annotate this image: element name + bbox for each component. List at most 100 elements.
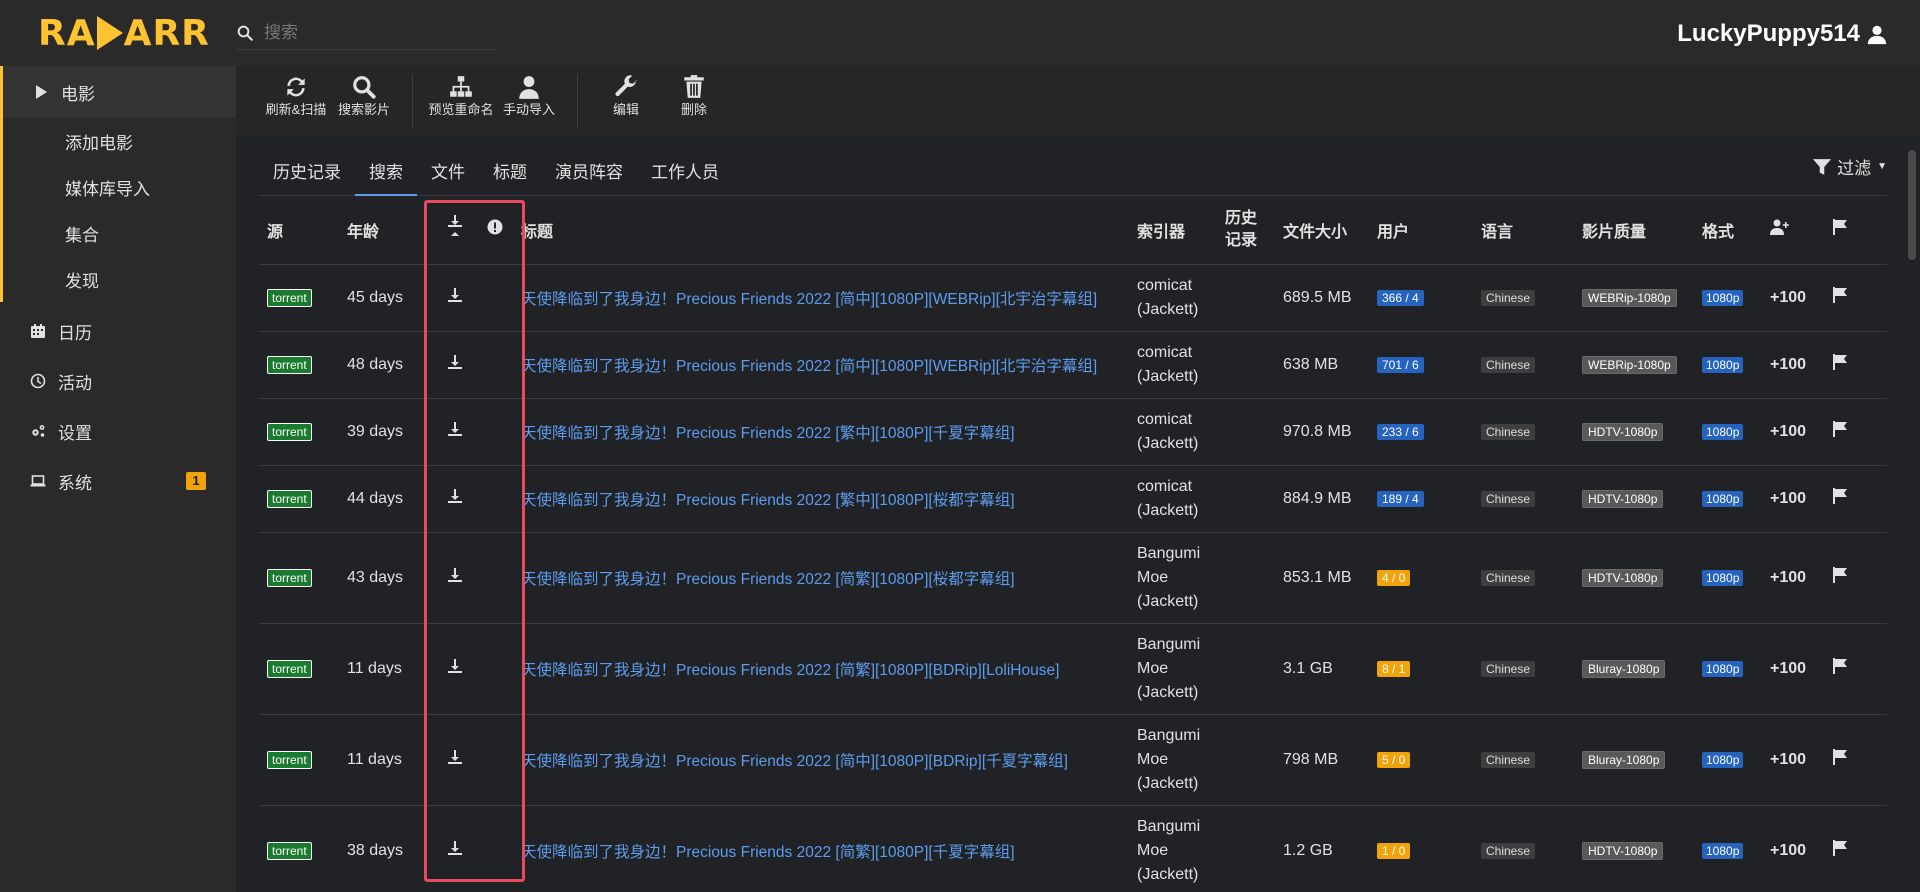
sidebar-item-label: 系统 xyxy=(58,473,92,493)
history-cell xyxy=(1217,805,1275,892)
download-button[interactable] xyxy=(447,659,463,678)
tab-crew[interactable]: 工作人员 xyxy=(637,150,733,195)
tab-search[interactable]: 搜索 xyxy=(355,150,417,196)
age-cell: 45 days xyxy=(339,264,433,332)
filter-button[interactable]: 过滤 ▼ xyxy=(1813,154,1887,179)
search-input[interactable] xyxy=(264,22,484,43)
flag-cell xyxy=(1824,805,1887,892)
download-button[interactable] xyxy=(447,568,463,587)
sidebar-item-calendar[interactable]: 日历 xyxy=(0,306,236,356)
toolbar-label: 搜索影片 xyxy=(337,102,390,117)
flag-icon xyxy=(1833,219,1847,236)
sidebar-item-add-movie[interactable]: 添加电影 xyxy=(3,118,236,164)
quality-cell: WEBRip-1080p xyxy=(1574,331,1694,399)
radarr-logo[interactable]: RA ARR xyxy=(0,13,236,54)
col-quality[interactable]: 影片质量 xyxy=(1574,196,1694,265)
release-title-link[interactable]: 天使降临到了我身边！Precious Friends 2022 [简繁][108… xyxy=(521,844,1015,861)
user-icon xyxy=(1867,25,1887,45)
sidebar-item-library-import[interactable]: 媒体库导入 xyxy=(3,164,236,210)
col-language[interactable]: 语言 xyxy=(1473,196,1574,265)
sidebar-item-movies[interactable]: 电影 xyxy=(3,66,236,118)
score-cell: +100 xyxy=(1762,264,1824,332)
release-title-link[interactable]: 天使降临到了我身边！Precious Friends 2022 [简繁][108… xyxy=(521,662,1059,679)
col-indexer[interactable]: 索引器 xyxy=(1129,196,1217,265)
delete-button[interactable]: 删除 xyxy=(660,74,728,116)
flag-button[interactable] xyxy=(1832,488,1848,508)
col-title[interactable]: 标题 xyxy=(513,196,1129,265)
col-history[interactable]: 历史记录 xyxy=(1217,196,1275,265)
sidebar-item-discover[interactable]: 发现 xyxy=(3,256,236,302)
preview-rename-button[interactable]: 预览重命名 xyxy=(427,74,495,116)
release-title-link[interactable]: 天使降临到了我身边！Precious Friends 2022 [简中][108… xyxy=(521,291,1097,308)
peers-badge: 366 / 4 xyxy=(1377,289,1424,306)
flag-button[interactable] xyxy=(1832,749,1848,769)
flag-icon xyxy=(1833,658,1847,674)
download-button[interactable] xyxy=(447,750,463,769)
flag-button[interactable] xyxy=(1832,658,1848,678)
indexer-name-3: (Jackett) xyxy=(1137,774,1199,792)
source-badge: torrent xyxy=(267,422,312,441)
system-badge: 1 xyxy=(186,472,206,490)
flag-button[interactable] xyxy=(1832,567,1848,587)
release-title-link[interactable]: 天使降临到了我身边！Precious Friends 2022 [简繁][108… xyxy=(521,571,1015,588)
refresh-scan-button[interactable]: 刷新&扫描 xyxy=(262,74,330,116)
col-size[interactable]: 文件大小 xyxy=(1275,196,1369,265)
peers-cell: 701 / 6 xyxy=(1369,331,1473,399)
col-download-status[interactable] xyxy=(433,196,477,265)
sidebar-item-activity[interactable]: 活动 xyxy=(0,356,236,406)
col-format[interactable]: 格式 xyxy=(1694,196,1762,265)
tab-history[interactable]: 历史记录 xyxy=(259,150,355,195)
flag-icon xyxy=(1833,567,1847,583)
format-badge: 1080p xyxy=(1702,490,1744,507)
flag-icon xyxy=(1833,287,1847,303)
release-title-link[interactable]: 天使降临到了我身边！Precious Friends 2022 [繁中][108… xyxy=(521,492,1015,509)
search-movie-button[interactable]: 搜索影片 xyxy=(330,74,398,116)
custom-score: +100 xyxy=(1770,659,1807,677)
sidebar-item-settings[interactable]: 设置 xyxy=(0,406,236,456)
peers-badge: 8 / 1 xyxy=(1377,660,1411,677)
download-button[interactable] xyxy=(447,841,463,860)
flag-button[interactable] xyxy=(1832,354,1848,374)
tab-titles[interactable]: 标题 xyxy=(479,150,541,195)
score-cell: +100 xyxy=(1762,465,1824,533)
download-button[interactable] xyxy=(447,489,463,508)
quality-cell: Bluray-1080p xyxy=(1574,623,1694,715)
download-button[interactable] xyxy=(447,355,463,374)
size-cell: 689.5 MB xyxy=(1275,264,1369,332)
release-title-link[interactable]: 天使降临到了我身边！Precious Friends 2022 [简中][108… xyxy=(521,358,1097,375)
flag-button[interactable] xyxy=(1832,287,1848,307)
release-title-link[interactable]: 天使降临到了我身边！Precious Friends 2022 [繁中][108… xyxy=(521,425,1015,442)
col-rejection[interactable] xyxy=(477,196,513,265)
download-button[interactable] xyxy=(447,288,463,307)
download-icon xyxy=(448,659,462,673)
source-cell: torrent xyxy=(259,532,339,624)
manual-import-button[interactable]: 手动导入 xyxy=(495,74,563,116)
title-cell: 天使降临到了我身边！Precious Friends 2022 [简中][108… xyxy=(513,714,1129,806)
download-button[interactable] xyxy=(447,422,463,441)
scrollbar[interactable] xyxy=(1908,150,1916,260)
col-age[interactable]: 年龄 xyxy=(339,196,433,265)
format-badge: 1080p xyxy=(1702,289,1744,306)
indexer-cell: comicat (Jackett) xyxy=(1129,398,1217,466)
release-title-link[interactable]: 天使降临到了我身边！Precious Friends 2022 [简中][108… xyxy=(521,753,1068,770)
source-cell: torrent xyxy=(259,623,339,715)
rejection-cell xyxy=(477,714,513,806)
col-custom-score[interactable] xyxy=(1762,196,1824,265)
sidebar-item-system[interactable]: 系统 1 xyxy=(0,456,236,506)
filter-label: 过滤 xyxy=(1837,159,1872,178)
tab-files[interactable]: 文件 xyxy=(417,150,479,195)
download-cell xyxy=(433,623,477,715)
flag-button[interactable] xyxy=(1832,840,1848,860)
indexer-cell: Bangumi Moe (Jackett) xyxy=(1129,714,1217,806)
col-peers[interactable]: 用户 xyxy=(1369,196,1473,265)
edit-button[interactable]: 编辑 xyxy=(592,74,660,116)
rejection-cell xyxy=(477,805,513,892)
col-flags[interactable] xyxy=(1824,196,1887,265)
user-menu[interactable]: LuckyPuppy514 xyxy=(1677,20,1888,48)
tab-cast[interactable]: 演员阵容 xyxy=(541,150,637,195)
flag-cell xyxy=(1824,264,1887,332)
flag-button[interactable] xyxy=(1832,421,1848,441)
sidebar-item-collections[interactable]: 集合 xyxy=(3,210,236,256)
flag-cell xyxy=(1824,714,1887,806)
col-source[interactable]: 源 xyxy=(259,196,339,265)
